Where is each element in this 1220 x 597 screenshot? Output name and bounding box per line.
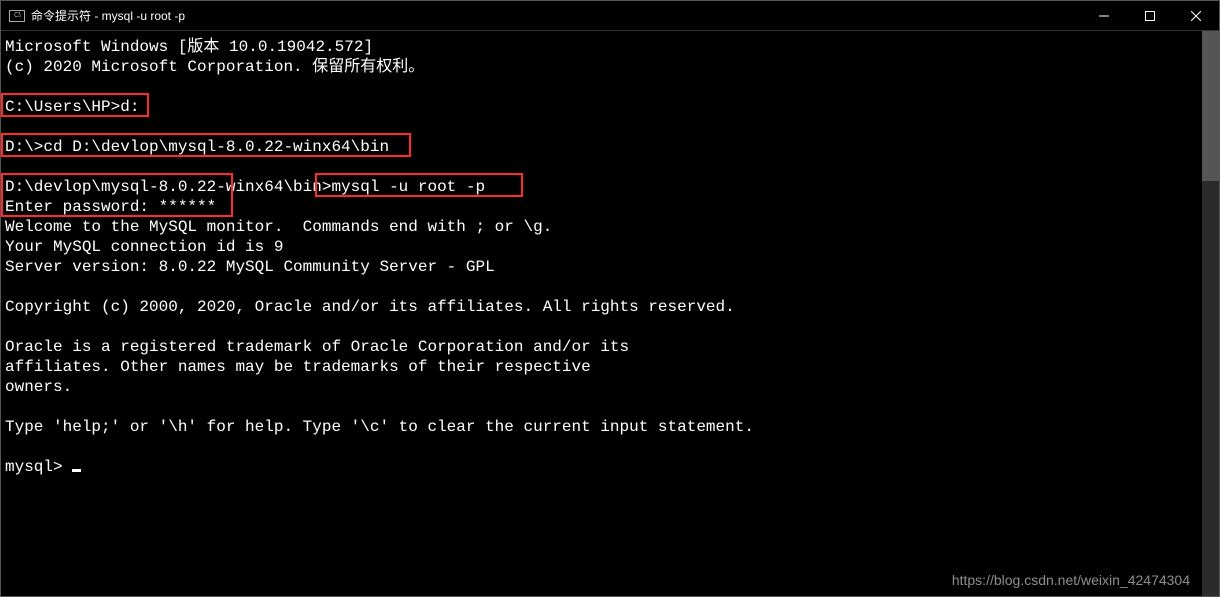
prompt-line: mysql> [5,458,81,476]
window-body: Microsoft Windows [版本 10.0.19042.572] (c… [1,31,1219,596]
line: (c) 2020 Microsoft Corporation. 保留所有权利。 [5,58,424,76]
cmd-icon: C:\ [9,10,25,22]
maximize-button[interactable] [1127,1,1173,31]
line: Your MySQL connection id is 9 [5,238,283,256]
line: C:\Users\HP>d: [5,98,139,116]
cursor [72,469,81,472]
line: Copyright (c) 2000, 2020, Oracle and/or … [5,298,735,316]
line: Oracle is a registered trademark of Orac… [5,338,629,356]
line: D:\devlop\mysql-8.0.22-winx64\bin>mysql … [5,178,485,196]
line: affiliates. Other names may be trademark… [5,358,591,376]
terminal-area[interactable]: Microsoft Windows [版本 10.0.19042.572] (c… [1,31,1202,596]
minimize-icon [1099,11,1109,21]
line: Server version: 8.0.22 MySQL Community S… [5,258,495,276]
watermark: https://blog.csdn.net/weixin_42474304 [952,572,1190,588]
command-prompt-window: C:\ 命令提示符 - mysql -u root -p Microsoft W… [0,0,1220,597]
close-button[interactable] [1173,1,1219,31]
vertical-scrollbar[interactable] [1202,31,1219,596]
line: Welcome to the MySQL monitor. Commands e… [5,218,552,236]
scrollbar-track[interactable] [1202,31,1219,596]
line: owners. [5,378,72,396]
window-title: 命令提示符 - mysql -u root -p [31,7,185,24]
line: Enter password: ****** [5,198,216,216]
maximize-icon [1145,11,1155,21]
line: D:\>cd D:\devlop\mysql-8.0.22-winx64\bin [5,138,389,156]
scrollbar-thumb[interactable] [1202,31,1219,181]
minimize-button[interactable] [1081,1,1127,31]
terminal-output: Microsoft Windows [版本 10.0.19042.572] (c… [5,37,1198,477]
titlebar[interactable]: C:\ 命令提示符 - mysql -u root -p [1,1,1219,31]
close-icon [1191,11,1201,21]
line: Type 'help;' or '\h' for help. Type '\c'… [5,418,754,436]
line: Microsoft Windows [版本 10.0.19042.572] [5,38,373,56]
